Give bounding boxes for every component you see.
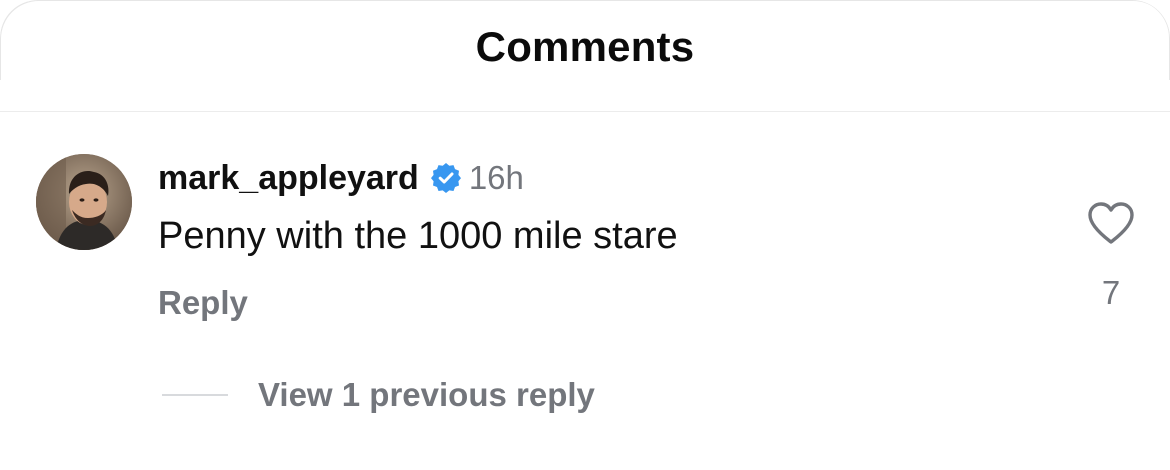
like-area: 7 [1084, 200, 1138, 312]
comments-sheet: Comments mark_appleyard 16h Penny with t… [0, 0, 1170, 470]
like-count: 7 [1101, 274, 1121, 311]
comment-item: mark_appleyard 16h Penny with the 1000 m… [36, 154, 1136, 334]
comment-body: mark_appleyard 16h Penny with the 1000 m… [158, 154, 1018, 322]
replies-divider [162, 394, 228, 396]
view-previous-replies-button[interactable]: View 1 previous reply [162, 376, 595, 414]
verified-badge-icon [430, 163, 461, 193]
view-replies-label: View 1 previous reply [258, 376, 595, 413]
user-avatar-photo [36, 154, 132, 250]
comment-text: Penny with the 1000 mile stare [158, 215, 678, 257]
comments-header: Comments [0, 0, 1170, 112]
avatar[interactable] [36, 154, 132, 250]
username-link[interactable]: mark_appleyard [158, 159, 419, 198]
comment-timestamp: 16h [468, 159, 524, 196]
page-title: Comments [475, 22, 695, 70]
reply-button[interactable]: Reply [158, 284, 248, 322]
heart-outline-icon[interactable] [1086, 200, 1136, 246]
comment-meta: mark_appleyard 16h [158, 154, 1018, 202]
